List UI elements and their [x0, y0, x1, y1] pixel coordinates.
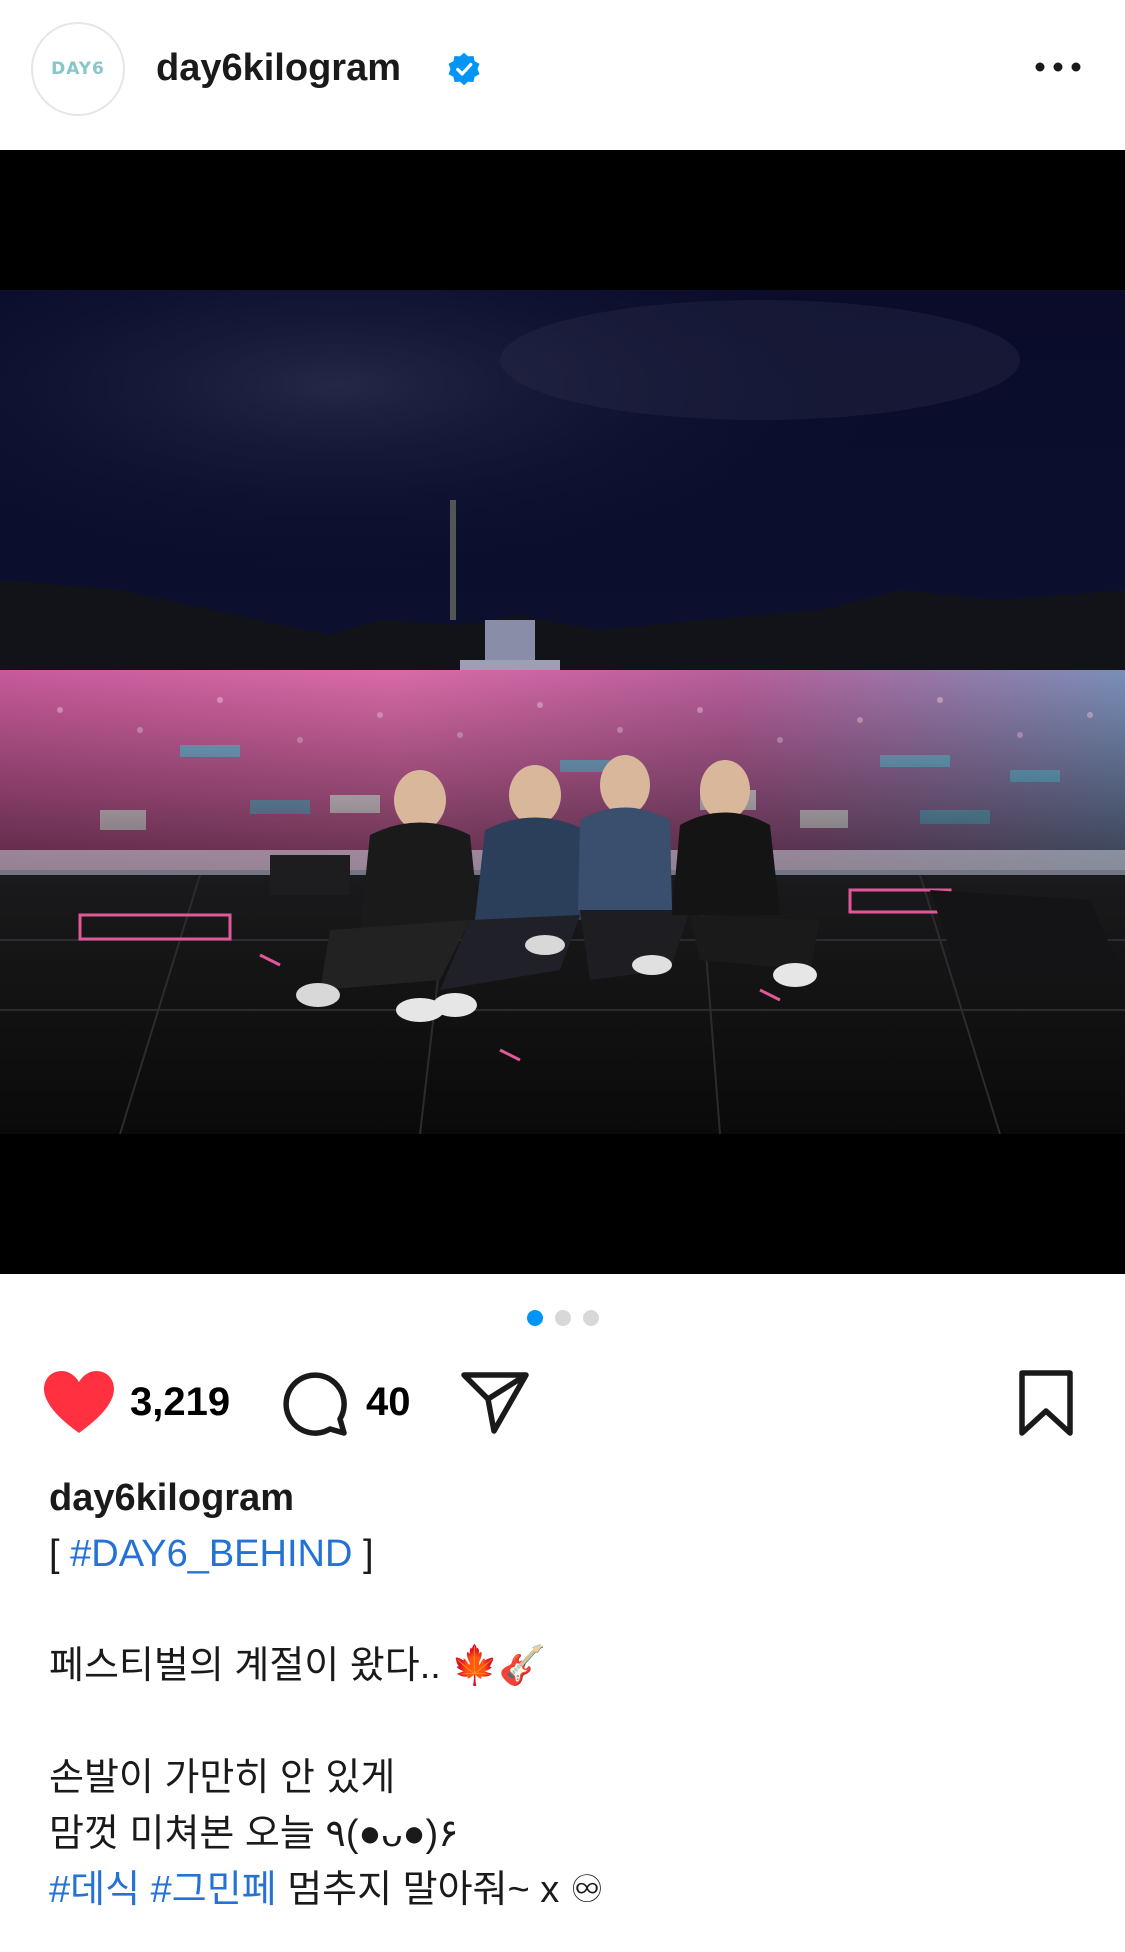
post-caption: day6kilogram [ #DAY6_BEHIND ] 페스티벌의 계절이 … [49, 1470, 1079, 1918]
avatar-logo-text: DAY6 [51, 59, 105, 79]
caption-username[interactable]: day6kilogram [49, 1470, 1079, 1526]
bracket-open: [ [49, 1533, 71, 1575]
post-username[interactable]: day6kilogram [156, 44, 401, 92]
comment-count[interactable]: 40 [366, 1379, 411, 1425]
avatar[interactable]: DAY6 [31, 22, 125, 116]
post-actions: 3,219 40 [0, 1365, 1125, 1445]
carousel-dot[interactable] [582, 1310, 599, 1326]
carousel-dot-active[interactable] [526, 1310, 543, 1326]
hashtag-desik[interactable]: #데식 [49, 1869, 140, 1911]
comment-icon[interactable] [280, 1369, 348, 1437]
bookmark-icon[interactable] [1016, 1369, 1076, 1437]
caption-line-end: #데식 #그민페 멈추지 말아줘~ x ♾ [49, 1862, 1079, 1918]
heart-filled-icon[interactable] [42, 1369, 116, 1435]
caption-line-today: 맘껏 미쳐본 오늘 ٩(●ᴗ●)۶ [49, 1813, 459, 1855]
hashtag-gminpe[interactable]: #그민페 [151, 1869, 277, 1911]
bracket-close: ] [352, 1533, 374, 1575]
post-header: DAY6 day6kilogram [0, 0, 1125, 150]
hashtag-day6-behind[interactable]: #DAY6_BEHIND [70, 1533, 352, 1575]
caption-line: [ #DAY6_BEHIND ] [49, 1526, 1079, 1582]
post-media[interactable] [0, 150, 1125, 1274]
caption-end-text: 멈추지 말아줘~ x ♾ [276, 1869, 604, 1911]
caption-line-hands: 손발이 가만히 안 있게 [49, 1757, 396, 1799]
carousel-dot[interactable] [554, 1310, 571, 1326]
carousel-indicator [0, 1310, 1125, 1326]
concert-photo [0, 290, 1125, 1134]
caption-line-festival: 페스티벌의 계절이 왔다.. 🍁🎸 [49, 1645, 547, 1687]
like-count[interactable]: 3,219 [130, 1379, 230, 1425]
verified-badge-icon [448, 52, 480, 86]
send-icon[interactable] [460, 1369, 530, 1435]
more-horizontal-icon[interactable] [1030, 52, 1090, 82]
